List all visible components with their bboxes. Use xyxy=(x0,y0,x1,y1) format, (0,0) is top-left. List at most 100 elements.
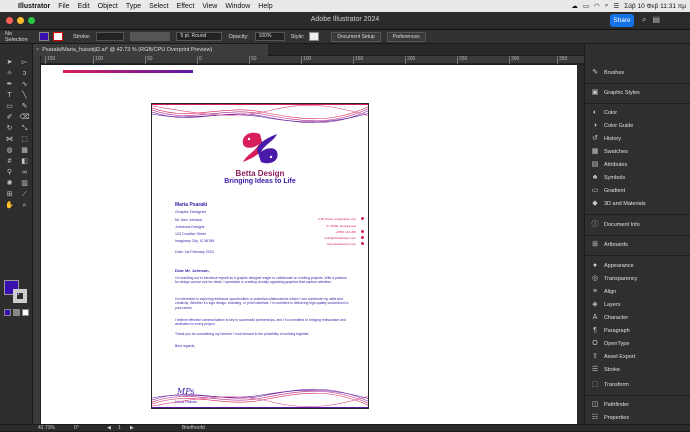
selection-status: No Selection xyxy=(5,30,28,43)
eraser-tool-icon[interactable]: ⌫ xyxy=(18,113,31,123)
layers-icon: ◈ xyxy=(592,300,598,308)
line-tool-icon[interactable]: ╲ xyxy=(18,91,31,101)
menu-effect[interactable]: Effect xyxy=(173,3,199,10)
panel-history[interactable]: ↺ History xyxy=(585,132,690,145)
panel-paragraph[interactable]: ¶ Paragraph xyxy=(585,324,690,337)
workspace-icon[interactable]: ▤ xyxy=(652,15,660,25)
menu-type[interactable]: Type xyxy=(122,3,145,10)
panel-transparency[interactable]: ◎ Transparency xyxy=(585,272,690,285)
scale-tool-icon[interactable]: ⤡ xyxy=(18,124,31,134)
menu-view[interactable]: View xyxy=(198,3,221,10)
ruler-tick: 150 xyxy=(45,56,56,64)
stroke-weight-input[interactable] xyxy=(96,32,125,41)
mesh-tool-icon[interactable]: # xyxy=(3,157,16,167)
wifi-icon[interactable]: ◠ xyxy=(594,2,600,10)
panel-layers[interactable]: ◈ Layers xyxy=(585,298,690,311)
recipient-line: Imaginary City, IC 56789 xyxy=(175,239,215,243)
panel-transform[interactable]: ⬚ Transform xyxy=(585,378,690,391)
brush-dropdown[interactable]: 5 pt. Round xyxy=(176,32,223,41)
menu-object[interactable]: Object xyxy=(94,3,122,10)
selection-tool-icon[interactable]: ➤ xyxy=(3,58,16,68)
panel-3d-materials[interactable]: ◆ 3D and Materials xyxy=(585,197,690,210)
zoom-tool-icon[interactable]: ⌕ xyxy=(18,201,31,211)
curvature-tool-icon[interactable]: ∿ xyxy=(18,80,31,90)
symbol-sprayer-tool-icon[interactable]: ✺ xyxy=(3,179,16,189)
hand-tool-icon[interactable]: ✋ xyxy=(3,201,16,211)
artboard[interactable]: Betta Design Bringing Ideas to Life Mari… xyxy=(151,103,369,409)
stroke-swatch[interactable] xyxy=(53,32,63,41)
panel-color[interactable]: ◐ Color xyxy=(585,106,690,119)
free-transform-tool-icon[interactable]: ⬚ xyxy=(18,135,31,145)
color-icon: ◐ xyxy=(592,108,598,116)
status-icons: ☁ ▭ ◠ ⌕ ☰ Σάβ 10 Φεβ 11:31 πμ xyxy=(571,2,690,10)
share-button[interactable]: Share xyxy=(610,14,634,27)
style-swatch[interactable] xyxy=(309,32,320,41)
panel-symbols[interactable]: ♣ Symbols xyxy=(585,171,690,184)
shape-builder-tool-icon[interactable]: ◍ xyxy=(3,146,16,156)
shaper-tool-icon[interactable]: ✐ xyxy=(3,113,16,123)
width-tool-icon[interactable]: ⋈ xyxy=(3,135,16,145)
color-mode-icon[interactable] xyxy=(4,309,11,316)
menu-window[interactable]: Window xyxy=(221,3,254,10)
variable-width-dropdown[interactable] xyxy=(130,32,171,41)
rectangle-tool-icon[interactable]: ▭ xyxy=(3,102,16,112)
panel-brushes[interactable]: ✎ Brushes xyxy=(585,66,690,79)
gradient-mode-icon[interactable] xyxy=(13,309,20,316)
fill-swatch[interactable] xyxy=(39,32,49,41)
panel-character[interactable]: A Character xyxy=(585,311,690,324)
paintbrush-tool-icon[interactable]: ✎ xyxy=(18,102,31,112)
search-icon[interactable]: ⌕ xyxy=(605,2,609,10)
opacity-input[interactable]: 100% xyxy=(254,32,285,41)
document-tab[interactable]: × Psaraki/Maria_huisstijl2.ai* @ 42.73 % … xyxy=(33,44,268,56)
direct-selection-tool-icon[interactable]: ▻ xyxy=(18,58,31,68)
swatches-icon: ▦ xyxy=(591,147,599,155)
type-tool-icon[interactable]: T xyxy=(3,91,16,101)
blend-tool-icon[interactable]: ∞ xyxy=(18,168,31,178)
none-mode-icon[interactable] xyxy=(22,309,29,316)
horizontal-ruler: 150 100 50 0 50 100 150 200 250 300 350 xyxy=(41,56,584,64)
panel-graphic-styles[interactable]: ▣ Graphic Styles xyxy=(585,86,690,99)
magic-wand-tool-icon[interactable]: ✧ xyxy=(3,69,16,79)
column-graph-tool-icon[interactable]: ▥ xyxy=(18,179,31,189)
menu-app[interactable]: Illustrator xyxy=(14,3,54,10)
panel-pathfinder[interactable]: ◫ Pathfinder xyxy=(585,398,690,411)
preferences-button[interactable]: Preferences xyxy=(386,31,426,42)
panel-properties[interactable]: ☷ Properties xyxy=(585,411,690,424)
menubar-clock[interactable]: Σάβ 10 Φεβ 11:31 πμ xyxy=(624,3,686,10)
document-setup-button[interactable]: Document Setup xyxy=(331,31,381,42)
panel-color-guide[interactable]: ◑ Color Guide xyxy=(585,119,690,132)
menu-edit[interactable]: Edit xyxy=(74,3,94,10)
canvas[interactable]: Betta Design Bringing Ideas to Life Mari… xyxy=(41,65,584,424)
panel-attributes[interactable]: ▤ Attributes xyxy=(585,158,690,171)
battery-icon[interactable]: ▭ xyxy=(583,2,589,10)
panel-artboards[interactable]: ⊞ Artboards xyxy=(585,238,690,251)
search-help-icon[interactable]: ⌕ xyxy=(642,15,646,25)
gradient-tool-icon[interactable]: ◧ xyxy=(18,157,31,167)
menu-select[interactable]: Select xyxy=(145,3,172,10)
rotate-tool-icon[interactable]: ↻ xyxy=(3,124,16,134)
pen-tool-icon[interactable]: ✒ xyxy=(3,80,16,90)
artboard-tool-icon[interactable]: ⊞ xyxy=(3,190,16,200)
perspective-grid-tool-icon[interactable]: ▦ xyxy=(18,146,31,156)
lasso-tool-icon[interactable]: ↄ xyxy=(18,69,31,79)
panel-opentype[interactable]: O OpenType xyxy=(585,337,690,350)
stroke-color[interactable] xyxy=(13,289,27,303)
panel-stroke[interactable]: ☰ Stroke xyxy=(585,363,690,376)
creative-cloud-icon[interactable]: ☁ xyxy=(571,2,578,10)
vertical-scrollbar[interactable] xyxy=(577,65,584,424)
close-tab-icon[interactable]: × xyxy=(36,47,39,53)
panel-align[interactable]: ≡ Align xyxy=(585,285,690,298)
menu-help[interactable]: Help xyxy=(254,3,276,10)
panel-asset-export[interactable]: ⇪ Asset Export xyxy=(585,350,690,363)
panel-swatches[interactable]: ▦ Swatches xyxy=(585,145,690,158)
control-center-icon[interactable]: ☰ xyxy=(613,2,619,10)
menu-file[interactable]: File xyxy=(54,3,73,10)
contact-line: +(555) 123-456 xyxy=(335,230,356,234)
paragraph-icon: ¶ xyxy=(593,326,597,334)
panel-appearance[interactable]: ● Appearance xyxy=(585,259,690,272)
fill-stroke-widget[interactable] xyxy=(4,280,28,304)
slice-tool-icon[interactable]: ⟋ xyxy=(18,190,31,200)
eyedropper-tool-icon[interactable]: ⚲ xyxy=(3,168,16,178)
panel-document-info[interactable]: ⓘ Document Info xyxy=(585,218,690,231)
panel-gradient[interactable]: ▭ Gradient xyxy=(585,184,690,197)
